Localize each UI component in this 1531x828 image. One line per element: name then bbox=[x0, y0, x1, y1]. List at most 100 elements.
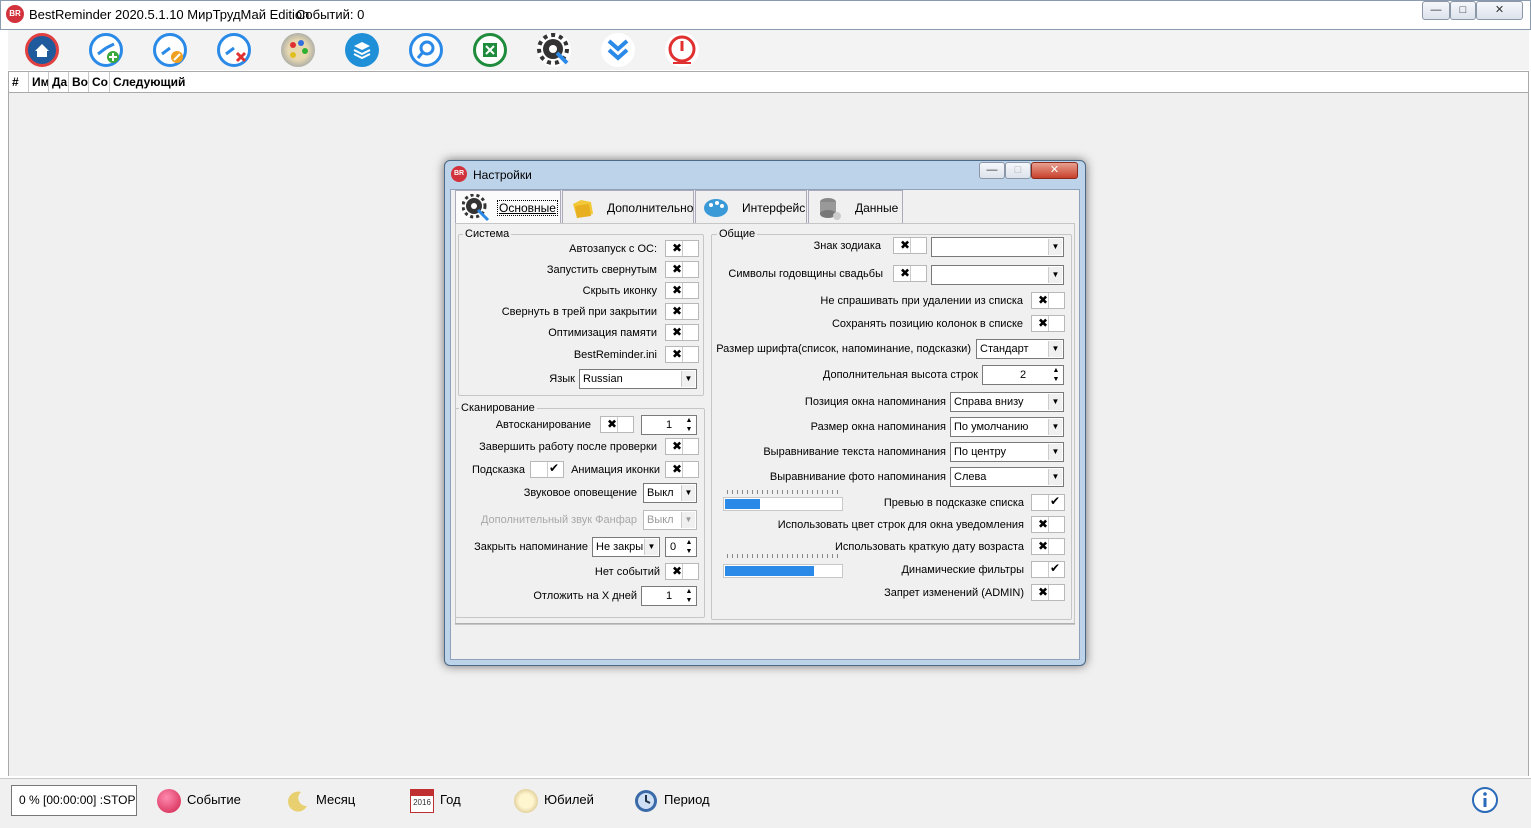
month-button[interactable]: Месяц bbox=[286, 785, 355, 815]
general-group-title: Общие bbox=[717, 228, 758, 240]
calendar-icon: 2016 bbox=[410, 788, 434, 813]
hide-icon-checkbox[interactable]: ✖ bbox=[665, 282, 699, 299]
column-header[interactable]: Им bbox=[29, 72, 49, 92]
delete-event-icon[interactable] bbox=[217, 33, 251, 67]
tab-label: Данные bbox=[855, 201, 899, 215]
language-select[interactable]: Russian ▼ bbox=[579, 369, 697, 389]
photo-align-select[interactable]: Слева ▼ bbox=[950, 467, 1064, 487]
tab-data[interactable]: Данные bbox=[808, 190, 903, 224]
short-date-checkbox[interactable]: ✖ bbox=[1031, 538, 1065, 555]
photo-align-value: Слева bbox=[954, 471, 987, 483]
tray-checkbox[interactable]: ✖ bbox=[665, 303, 699, 320]
year-label: Год bbox=[440, 792, 461, 807]
chevron-down-icon: ▼ bbox=[1048, 239, 1062, 255]
no-events-checkbox[interactable]: ✖ bbox=[665, 563, 699, 580]
row-color-checkbox[interactable]: ✖ bbox=[1031, 516, 1065, 533]
spin-arrows-icon[interactable]: ▲ ▼ bbox=[683, 416, 695, 434]
zodiac-select[interactable]: ▼ bbox=[931, 237, 1064, 257]
close-reminder-label: Закрыть напоминание bbox=[474, 541, 588, 553]
tab-main[interactable]: Основные bbox=[455, 190, 561, 224]
chevron-down-icon: ▼ bbox=[1048, 469, 1062, 485]
balloon-icon bbox=[157, 788, 181, 813]
column-header[interactable]: Во bbox=[69, 72, 89, 92]
spin-arrows-icon[interactable]: ▲ ▼ bbox=[1050, 366, 1062, 384]
window-pos-select[interactable]: Справа внизу ▼ bbox=[950, 392, 1064, 412]
start-minimized-checkbox[interactable]: ✖ bbox=[665, 261, 699, 278]
period-button[interactable]: Период bbox=[634, 785, 710, 815]
wedding-checkbox[interactable]: ✖ bbox=[893, 265, 927, 282]
postpone-spinner[interactable]: 1 ▲ ▼ bbox=[641, 586, 697, 606]
postpone-label: Отложить на X дней bbox=[533, 590, 637, 602]
dyn-filters-checkbox[interactable]: ✔ bbox=[1031, 561, 1065, 578]
spin-arrows-icon[interactable]: ▲ ▼ bbox=[683, 538, 695, 556]
chevron-down-icon: ▼ bbox=[1048, 444, 1062, 460]
palette-icon[interactable] bbox=[281, 33, 315, 67]
preview-checkbox[interactable]: ✔ bbox=[1031, 494, 1065, 511]
hint-checkbox[interactable]: ✔ bbox=[530, 461, 564, 478]
chevron-down-icon: ▼ bbox=[1048, 394, 1062, 410]
admin-lock-checkbox[interactable]: ✖ bbox=[1031, 584, 1065, 601]
column-header[interactable]: Следующий bbox=[110, 72, 410, 92]
window-size-select[interactable]: По умолчанию ▼ bbox=[950, 417, 1064, 437]
power-icon[interactable] bbox=[665, 33, 699, 67]
jubilee-button[interactable]: Юбилей bbox=[514, 785, 594, 815]
year-button[interactable]: 2016 Год bbox=[410, 785, 461, 815]
column-header[interactable]: Да bbox=[49, 72, 69, 92]
autoscan-spinner[interactable]: 1 ▲ ▼ bbox=[641, 415, 697, 435]
memory-opt-label: Оптимизация памяти bbox=[548, 327, 657, 339]
ini-checkbox[interactable]: ✖ bbox=[665, 346, 699, 363]
list-header: # Им Да Во Со Следующий bbox=[8, 71, 1529, 93]
wedding-select[interactable]: ▼ bbox=[931, 265, 1064, 285]
excel-icon[interactable] bbox=[473, 33, 507, 67]
settings-icon[interactable] bbox=[537, 33, 571, 67]
no-ask-delete-checkbox[interactable]: ✖ bbox=[1031, 292, 1065, 309]
window-pos-value: Справа внизу bbox=[954, 396, 1024, 408]
layers-icon[interactable] bbox=[345, 33, 379, 67]
close-button[interactable]: ✕ bbox=[1476, 1, 1523, 20]
chevron-down-icon: ▼ bbox=[644, 539, 658, 555]
tab-interface[interactable]: Интерфейс bbox=[695, 190, 807, 224]
window-size-value: По умолчанию bbox=[954, 421, 1029, 433]
tab-additional[interactable]: Дополнительно bbox=[562, 190, 694, 224]
dialog-maximize-button[interactable]: □ bbox=[1005, 162, 1031, 179]
autoscan-checkbox[interactable]: ✖ bbox=[600, 416, 634, 433]
font-size-select[interactable]: Стандарт ▼ bbox=[976, 339, 1064, 359]
system-group-title: Система bbox=[463, 228, 512, 240]
search-icon[interactable] bbox=[409, 33, 443, 67]
row-height-spinner[interactable]: 2 ▲ ▼ bbox=[982, 365, 1064, 385]
memory-opt-checkbox[interactable]: ✖ bbox=[665, 324, 699, 341]
ini-label: BestReminder.ini bbox=[573, 349, 657, 361]
exit-after-checkbox[interactable]: ✖ bbox=[665, 438, 699, 455]
close-reminder-select[interactable]: Не закры ▼ bbox=[592, 537, 660, 557]
column-header[interactable]: # bbox=[9, 72, 29, 92]
event-button[interactable]: Событие bbox=[157, 785, 241, 815]
autostart-label: Автозапуск с ОС: bbox=[569, 243, 657, 255]
folder-icon bbox=[569, 194, 597, 222]
spin-arrows-icon[interactable]: ▲ ▼ bbox=[683, 587, 695, 605]
preview-slider[interactable] bbox=[723, 497, 843, 511]
dyn-slider[interactable] bbox=[723, 564, 843, 578]
scan-group-title: Сканирование bbox=[459, 402, 537, 414]
home-icon[interactable] bbox=[25, 33, 59, 67]
info-icon[interactable] bbox=[1471, 786, 1499, 814]
column-header[interactable]: Со bbox=[89, 72, 110, 92]
edit-event-icon[interactable] bbox=[153, 33, 187, 67]
chevron-down-icon: ▼ bbox=[681, 512, 695, 528]
dialog-minimize-button[interactable]: — bbox=[979, 162, 1005, 179]
row-height-value: 2 bbox=[1019, 369, 1027, 381]
tab-label: Основные bbox=[497, 200, 558, 216]
add-event-icon[interactable] bbox=[89, 33, 123, 67]
sound-select[interactable]: Выкл ▼ bbox=[643, 483, 697, 503]
zodiac-checkbox[interactable]: ✖ bbox=[893, 237, 927, 254]
save-columns-checkbox[interactable]: ✖ bbox=[1031, 315, 1065, 332]
tab-label: Дополнительно bbox=[607, 201, 694, 215]
font-size-value: Стандарт bbox=[980, 343, 1029, 355]
maximize-button[interactable]: □ bbox=[1450, 1, 1476, 20]
collapse-icon[interactable] bbox=[601, 33, 635, 67]
close-reminder-spinner[interactable]: 0 ▲ ▼ bbox=[665, 537, 697, 557]
autostart-checkbox[interactable]: ✖ bbox=[665, 240, 699, 257]
icon-anim-checkbox[interactable]: ✖ bbox=[665, 461, 699, 478]
text-align-select[interactable]: По центру ▼ bbox=[950, 442, 1064, 462]
minimize-button[interactable]: — bbox=[1422, 1, 1450, 20]
dialog-close-button[interactable]: ✕ bbox=[1031, 162, 1078, 179]
